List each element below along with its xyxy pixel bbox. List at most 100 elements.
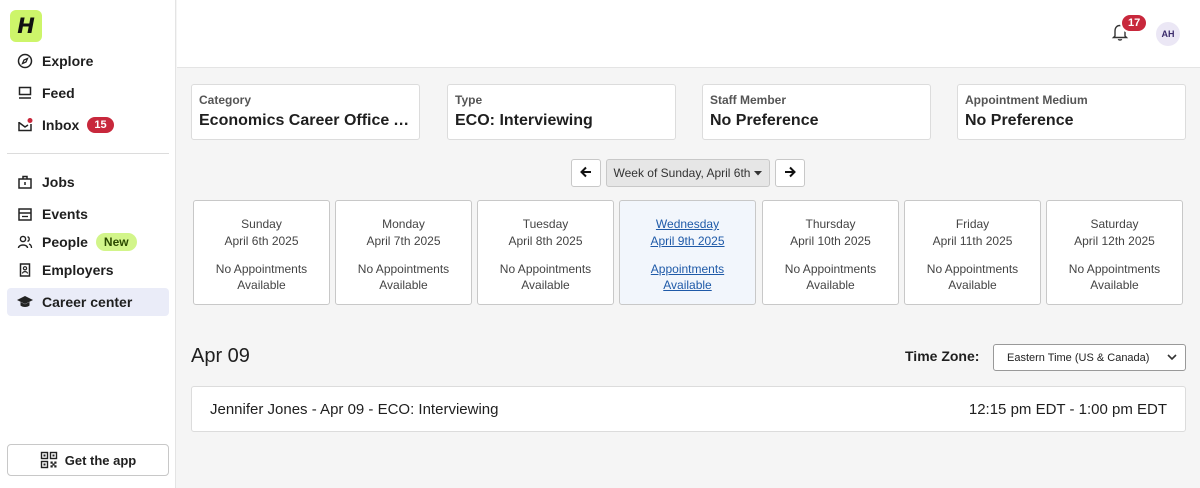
handshake-logo[interactable]: H bbox=[10, 10, 42, 42]
availability-line-1[interactable]: Appointments bbox=[651, 262, 724, 276]
availability-line-2: Available bbox=[948, 278, 997, 292]
inbox-unread-badge: 15 bbox=[87, 117, 114, 133]
category-filter[interactable]: Category Economics Career Office Appoint… bbox=[191, 84, 420, 140]
filter-value: No Preference bbox=[710, 112, 819, 129]
type-filter[interactable]: Type ECO: Interviewing bbox=[447, 84, 676, 140]
day-date: April 7th 2025 bbox=[366, 234, 441, 248]
availability-line-1: No Appointments bbox=[784, 262, 877, 276]
new-badge: New bbox=[95, 233, 137, 251]
calendar-icon bbox=[15, 204, 35, 224]
filter-value: ECO: Interviewing bbox=[455, 112, 593, 129]
filter-value: No Preference bbox=[965, 112, 1074, 129]
feed-icon bbox=[15, 83, 35, 103]
notification-count-badge: 17 bbox=[1120, 13, 1149, 33]
sidebar-item-people[interactable]: People New bbox=[7, 228, 169, 256]
appointment-medium-filter[interactable]: Appointment Medium No Preference bbox=[957, 84, 1186, 140]
day-card-saturday[interactable]: Saturday April 12th 2025 No Appointments… bbox=[1046, 200, 1183, 305]
people-icon bbox=[15, 232, 35, 252]
filter-label: Appointment Medium bbox=[965, 93, 1088, 107]
filter-label: Staff Member bbox=[710, 93, 787, 107]
day-card-wednesday[interactable]: Wednesday April 9th 2025 Appointments Av… bbox=[619, 200, 756, 305]
day-date: April 8th 2025 bbox=[508, 234, 583, 248]
day-card-friday[interactable]: Friday April 11th 2025 No Appointments A… bbox=[904, 200, 1041, 305]
filter-label: Type bbox=[455, 93, 483, 107]
sidebar-item-inbox[interactable]: Inbox 15 bbox=[7, 111, 169, 139]
day-availability: No Appointments Available bbox=[1047, 261, 1182, 293]
day-date: April 10th 2025 bbox=[790, 234, 871, 248]
availability-line-2: Available bbox=[521, 278, 570, 292]
timezone-label: Time Zone: bbox=[905, 348, 980, 364]
day-card-sunday[interactable]: Sunday April 6th 2025 No Appointments Av… bbox=[193, 200, 330, 305]
filter-value: Economics Career Office Appointments bbox=[199, 112, 412, 129]
day-name: Friday bbox=[955, 217, 990, 231]
staff-member-filter[interactable]: Staff Member No Preference bbox=[702, 84, 931, 140]
filter-label: Category bbox=[199, 93, 252, 107]
get-the-app-label: Get the app bbox=[64, 452, 137, 468]
week-selector-label: Week of Sunday, April 6th bbox=[613, 166, 751, 180]
chevron-down-icon bbox=[1166, 351, 1178, 366]
sidebar-item-explore[interactable]: Explore bbox=[7, 47, 169, 75]
availability-line-1: No Appointments bbox=[926, 262, 1019, 276]
appointment-slot[interactable]: Jennifer Jones - Apr 09 - ECO: Interview… bbox=[191, 386, 1186, 432]
day-name: Thursday bbox=[805, 217, 856, 231]
day-name: Monday bbox=[382, 217, 425, 231]
sidebar-divider bbox=[7, 153, 169, 154]
sidebar-item-label: Feed bbox=[42, 85, 75, 101]
timezone-select[interactable]: Eastern Time (US & Canada) bbox=[993, 344, 1186, 371]
next-week-button[interactable] bbox=[775, 159, 805, 187]
qr-code-icon bbox=[40, 451, 58, 469]
day-date: April 6th 2025 bbox=[224, 234, 299, 248]
appointment-title: Jennifer Jones - Apr 09 - ECO: Interview… bbox=[210, 400, 499, 418]
sidebar: H Explore Feed Inbox 15 Jobs Events Peop… bbox=[0, 0, 176, 488]
top-header: 17 AH bbox=[177, 0, 1200, 68]
day-name[interactable]: Wednesday bbox=[656, 217, 719, 231]
day-card-monday[interactable]: Monday April 7th 2025 No Appointments Av… bbox=[335, 200, 472, 305]
sidebar-item-label: Career center bbox=[42, 294, 133, 310]
user-avatar[interactable]: AH bbox=[1156, 22, 1180, 46]
sidebar-item-label: Inbox bbox=[42, 117, 80, 133]
day-date[interactable]: April 9th 2025 bbox=[650, 234, 724, 248]
sidebar-item-events[interactable]: Events bbox=[7, 200, 169, 228]
sidebar-item-label: Jobs bbox=[42, 174, 75, 190]
availability-line-2: Available bbox=[237, 278, 286, 292]
day-card-tuesday[interactable]: Tuesday April 8th 2025 No Appointments A… bbox=[477, 200, 614, 305]
day-availability: No Appointments Available bbox=[905, 261, 1040, 293]
day-availability[interactable]: Appointments Available bbox=[620, 261, 755, 293]
caret-down-icon bbox=[754, 170, 763, 176]
availability-line-1: No Appointments bbox=[357, 262, 450, 276]
inbox-icon bbox=[15, 115, 35, 135]
day-availability: No Appointments Available bbox=[478, 261, 613, 293]
sidebar-item-feed[interactable]: Feed bbox=[7, 79, 169, 107]
sidebar-item-career-center[interactable]: Career center bbox=[7, 288, 169, 316]
sidebar-item-label: Explore bbox=[42, 53, 94, 69]
availability-line-2: Available bbox=[1090, 278, 1139, 292]
timezone-value: Eastern Time (US & Canada) bbox=[1007, 351, 1150, 364]
availability-line-1: No Appointments bbox=[215, 262, 308, 276]
sidebar-item-label: People bbox=[42, 234, 88, 250]
week-selector-dropdown[interactable]: Week of Sunday, April 6th bbox=[606, 159, 770, 187]
sidebar-item-label: Employers bbox=[42, 262, 114, 278]
building-icon bbox=[15, 260, 35, 280]
day-availability: No Appointments Available bbox=[763, 261, 898, 293]
availability-line-2: Available bbox=[379, 278, 428, 292]
day-name: Saturday bbox=[1090, 217, 1139, 231]
arrow-right-icon bbox=[784, 166, 796, 181]
sidebar-item-label: Events bbox=[42, 206, 88, 222]
day-availability: No Appointments Available bbox=[194, 261, 329, 293]
get-the-app-button[interactable]: Get the app bbox=[7, 444, 169, 476]
selected-date-heading: Apr 09 bbox=[191, 345, 250, 367]
previous-week-button[interactable] bbox=[571, 159, 601, 187]
appointment-time: 12:15 pm EDT - 1:00 pm EDT bbox=[968, 400, 1167, 418]
sidebar-item-employers[interactable]: Employers bbox=[7, 256, 169, 284]
day-card-thursday[interactable]: Thursday April 10th 2025 No Appointments… bbox=[762, 200, 899, 305]
arrow-left-icon bbox=[580, 166, 592, 181]
briefcase-icon bbox=[15, 172, 35, 192]
graduation-cap-icon bbox=[15, 292, 35, 312]
sidebar-item-jobs[interactable]: Jobs bbox=[7, 168, 169, 196]
day-date: April 11th 2025 bbox=[932, 234, 1013, 248]
day-name: Sunday bbox=[241, 217, 282, 231]
availability-line-1: No Appointments bbox=[499, 262, 592, 276]
day-date: April 12th 2025 bbox=[1074, 234, 1155, 248]
availability-line-2[interactable]: Available bbox=[663, 278, 711, 292]
availability-line-1: No Appointments bbox=[1068, 262, 1161, 276]
